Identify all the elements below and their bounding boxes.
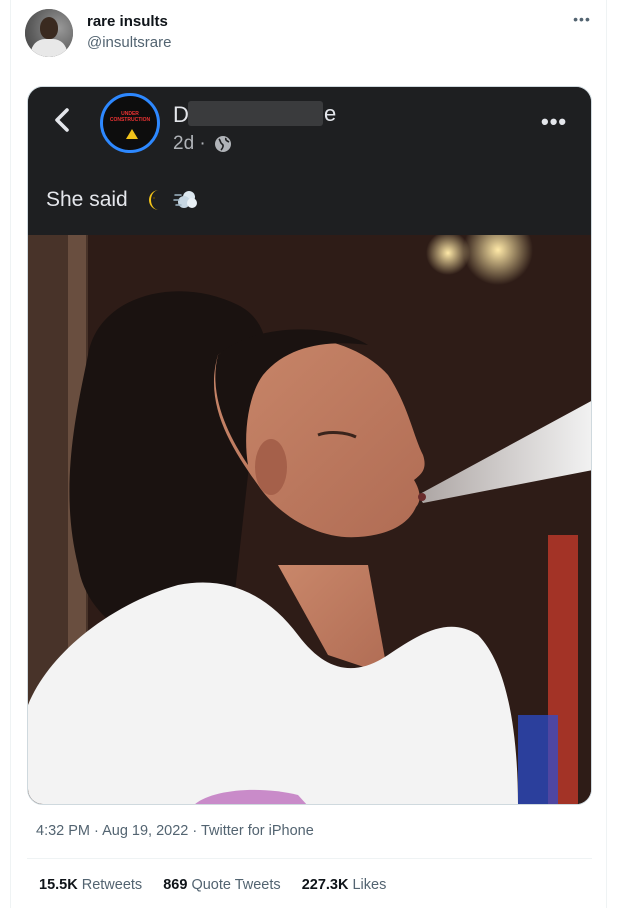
post-caption: She said	[46, 188, 128, 211]
quotes-label: Quote Tweets	[191, 877, 281, 893]
page-name-tail: e	[324, 101, 337, 126]
tweet-source[interactable]: Twitter for iPhone	[201, 823, 314, 839]
tweet-timestamp[interactable]: 4:32 PM · Aug 19, 2022 ·	[36, 823, 201, 839]
tweet: rare insults @insultsrare ••• UNDER CONS…	[10, 0, 607, 908]
post-more-icon: •••	[541, 109, 568, 134]
quotes-count: 869	[163, 877, 188, 893]
globe-icon	[215, 136, 231, 152]
dashing-away-icon	[173, 191, 197, 208]
likes-count: 227.3K	[301, 877, 349, 893]
page-logo: UNDER CONSTRUCTION	[100, 93, 160, 153]
quote-tweets-stat[interactable]: 869 Quote Tweets	[163, 877, 280, 893]
back-chevron-icon	[55, 108, 69, 132]
author-display-name[interactable]: rare insults	[87, 13, 168, 30]
retweets-stat[interactable]: 15.5K Retweets	[39, 877, 142, 893]
photo-illustration	[28, 235, 591, 804]
retweets-count: 15.5K	[39, 877, 78, 893]
post-photo	[28, 235, 591, 804]
warning-icon	[126, 129, 138, 139]
embedded-post-header: UNDER CONSTRUCTION D e 2d · ••• She said	[28, 87, 591, 234]
redacted-name	[188, 101, 323, 126]
tweet-media[interactable]: UNDER CONSTRUCTION D e 2d · ••• She said	[27, 86, 592, 805]
post-time: 2d ·	[173, 133, 206, 154]
tweet-meta: 4:32 PM · Aug 19, 2022 · Twitter for iPh…	[36, 823, 314, 839]
more-horizontal-icon[interactable]: •••	[571, 11, 593, 31]
crescent-moon-icon	[149, 190, 159, 210]
page-logo-text: UNDER CONSTRUCTION	[109, 111, 151, 123]
tweet-stats: 15.5K Retweets 869 Quote Tweets 227.3K L…	[39, 877, 403, 893]
user-avatar[interactable]	[25, 9, 73, 57]
page-name-initial: D	[173, 102, 189, 127]
likes-stat[interactable]: 227.3K Likes	[302, 877, 387, 893]
author-handle[interactable]: @insultsrare	[87, 34, 171, 51]
divider	[27, 858, 592, 859]
retweets-label: Retweets	[81, 877, 143, 893]
likes-label: Likes	[352, 877, 387, 893]
